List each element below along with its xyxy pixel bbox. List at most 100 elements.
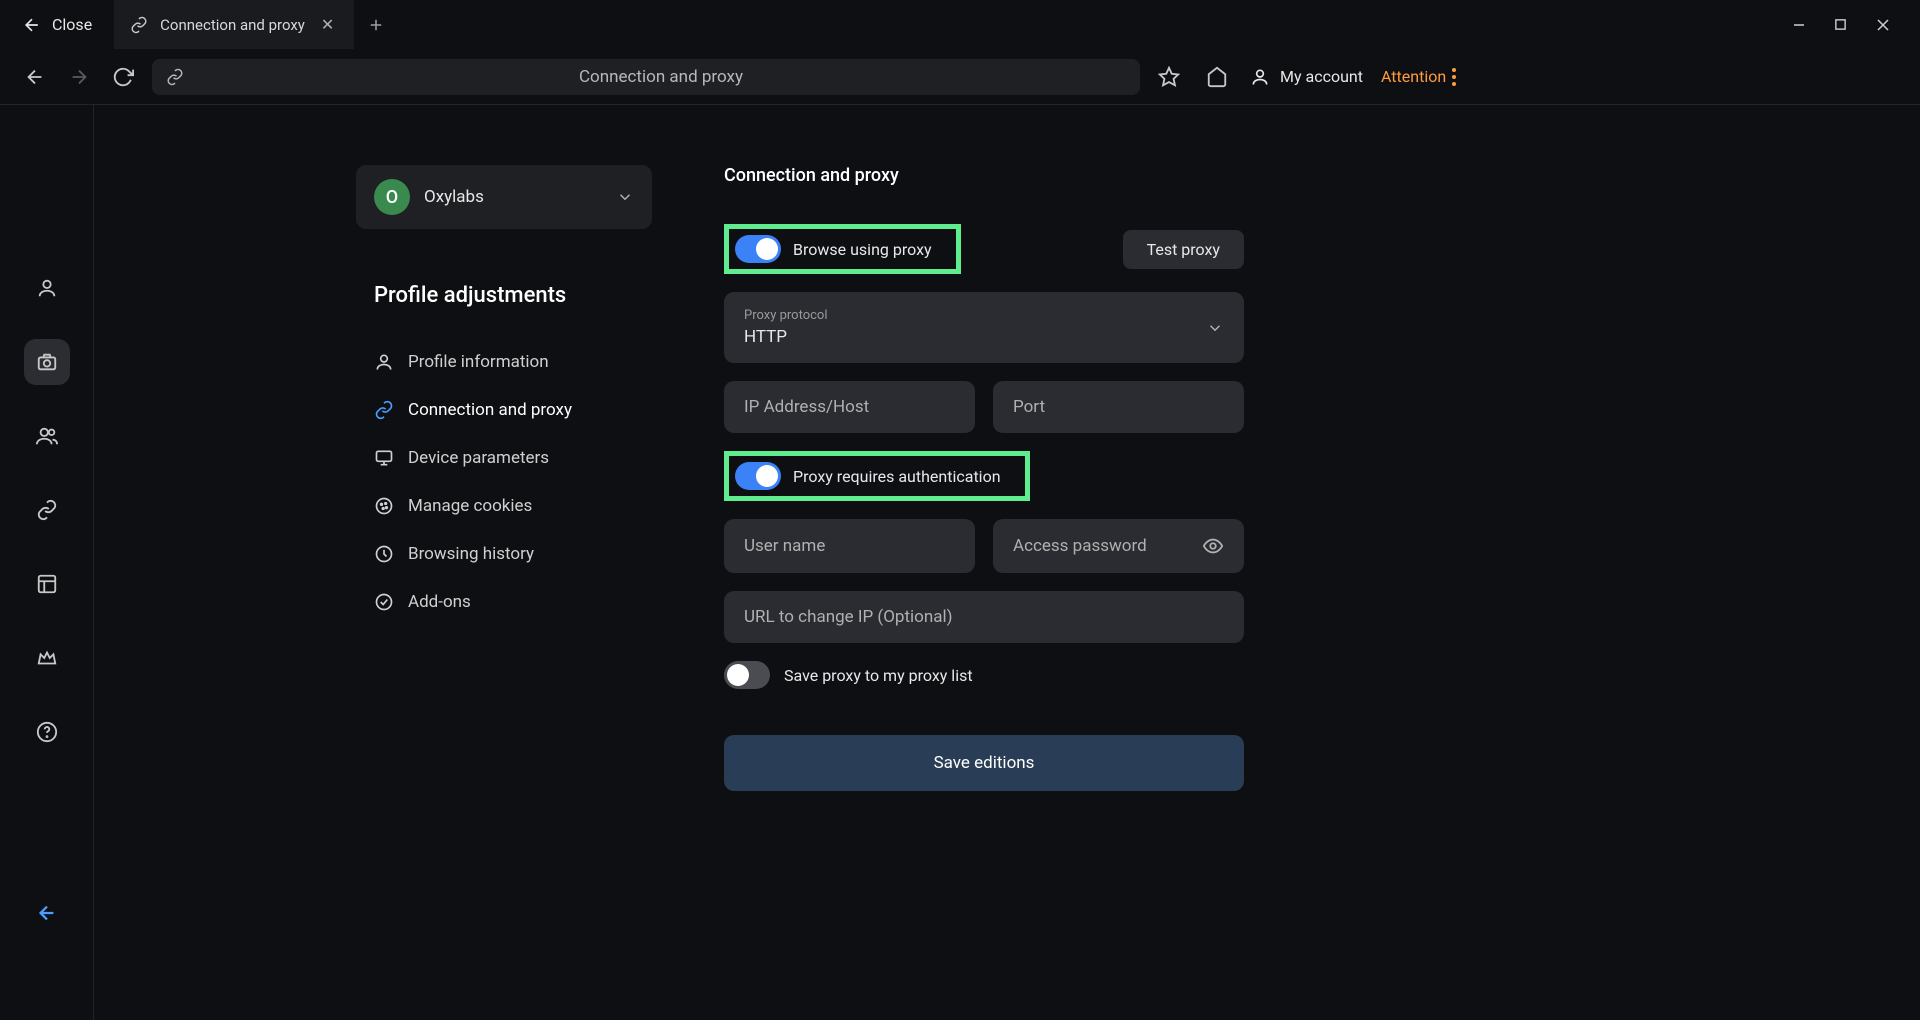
placeholder: User name — [744, 536, 825, 556]
users-icon — [36, 425, 58, 447]
menu-connection-proxy[interactable]: Connection and proxy — [356, 388, 652, 432]
sidebar-help[interactable] — [24, 709, 70, 755]
toggle-label: Save proxy to my proxy list — [784, 666, 973, 685]
field-label: Proxy protocol — [744, 308, 1196, 323]
tab-label: Connection and proxy — [160, 16, 305, 34]
link-icon — [130, 16, 148, 34]
arrow-left-icon — [22, 15, 42, 35]
placeholder: Port — [1013, 397, 1045, 417]
menu-label: Add-ons — [408, 592, 471, 612]
app-sidebar — [0, 105, 94, 1020]
profile-name: Oxylabs — [424, 187, 602, 207]
maximize-button[interactable] — [1834, 18, 1856, 31]
help-icon — [36, 721, 58, 743]
user-icon — [36, 277, 58, 299]
menu-cookies[interactable]: Manage cookies — [356, 484, 652, 528]
menu-label: Browsing history — [408, 544, 534, 564]
toolbar: Connection and proxy My account Attentio… — [0, 49, 1920, 105]
sidebar-camera[interactable] — [24, 339, 70, 385]
sidebar-layout[interactable] — [24, 561, 70, 607]
placeholder: IP Address/Host — [744, 397, 869, 417]
title-bar: Close Connection and proxy ✕ — [0, 0, 1920, 49]
layout-icon — [36, 573, 58, 595]
field-value: HTTP — [744, 327, 1196, 347]
eye-icon — [1202, 535, 1224, 557]
star-icon — [1158, 66, 1180, 88]
home-icon — [1206, 66, 1228, 88]
home-button[interactable] — [1202, 62, 1232, 92]
crown-icon — [36, 647, 58, 669]
attention-button[interactable]: Attention — [1381, 67, 1456, 86]
sidebar-links[interactable] — [24, 487, 70, 533]
window-controls — [1770, 18, 1920, 32]
link-icon — [374, 400, 394, 420]
menu-label: Manage cookies — [408, 496, 532, 516]
back-button[interactable] — [20, 62, 50, 92]
sidebar-team[interactable] — [24, 413, 70, 459]
browser-tab[interactable]: Connection and proxy ✕ — [114, 0, 354, 49]
reload-button[interactable] — [108, 62, 138, 92]
address-bar[interactable]: Connection and proxy — [152, 59, 1140, 95]
username-input[interactable]: User name — [724, 519, 975, 573]
port-input[interactable]: Port — [993, 381, 1244, 433]
forward-button[interactable] — [64, 62, 94, 92]
chevron-down-icon — [616, 188, 634, 206]
plus-icon — [367, 16, 385, 34]
close-label: Close — [52, 15, 92, 34]
arrow-right-icon — [68, 66, 90, 88]
tab-close-button[interactable]: ✕ — [317, 11, 338, 38]
history-icon — [374, 544, 394, 564]
account-button[interactable]: My account — [1250, 67, 1363, 87]
proxy-auth-highlight: Proxy requires authentication — [724, 451, 1030, 501]
browse-using-proxy-highlight: Browse using proxy — [724, 224, 961, 274]
chevron-down-icon — [1206, 319, 1224, 337]
cookie-icon — [374, 496, 394, 516]
toggle-label: Browse using proxy — [793, 240, 932, 259]
proxy-auth-toggle[interactable] — [735, 462, 781, 490]
menu-label: Profile information — [408, 352, 549, 372]
menu-profile-info[interactable]: Profile information — [356, 340, 652, 384]
minimize-button[interactable] — [1792, 18, 1814, 32]
menu-history[interactable]: Browsing history — [356, 532, 652, 576]
menu-label: Connection and proxy — [408, 400, 572, 420]
menu-label: Device parameters — [408, 448, 549, 468]
sidebar-premium[interactable] — [24, 635, 70, 681]
section-title: Profile adjustments — [374, 283, 652, 308]
profile-selector[interactable]: O Oxylabs — [356, 165, 652, 229]
sidebar-collapse-button[interactable] — [30, 896, 64, 930]
settings-menu: Profile information Connection and proxy… — [356, 340, 652, 624]
show-password-button[interactable] — [1202, 535, 1224, 557]
link-icon — [166, 68, 184, 86]
close-button[interactable]: Close — [0, 0, 114, 49]
test-proxy-button[interactable]: Test proxy — [1123, 230, 1244, 269]
arrow-left-icon — [36, 902, 58, 924]
save-to-list-toggle[interactable] — [724, 661, 770, 689]
window-close-button[interactable] — [1876, 18, 1898, 32]
avatar: O — [374, 179, 410, 215]
panel-title: Connection and proxy — [724, 165, 1244, 186]
proxy-protocol-select[interactable]: Proxy protocol HTTP — [724, 292, 1244, 363]
ip-address-input[interactable]: IP Address/Host — [724, 381, 975, 433]
user-icon — [374, 352, 394, 372]
address-text: Connection and proxy — [196, 67, 1126, 87]
placeholder: URL to change IP (Optional) — [744, 607, 953, 627]
arrow-left-icon — [24, 66, 46, 88]
sidebar-profile[interactable] — [24, 265, 70, 311]
url-change-ip-input[interactable]: URL to change IP (Optional) — [724, 591, 1244, 643]
menu-addons[interactable]: Add-ons — [356, 580, 652, 624]
password-input[interactable]: Access password — [993, 519, 1244, 573]
more-icon — [1452, 68, 1456, 86]
user-icon — [1250, 67, 1270, 87]
favorite-button[interactable] — [1154, 62, 1184, 92]
browse-using-proxy-toggle[interactable] — [735, 235, 781, 263]
save-editions-button[interactable]: Save editions — [724, 735, 1244, 791]
camera-icon — [36, 351, 58, 373]
menu-device-params[interactable]: Device parameters — [356, 436, 652, 480]
account-label: My account — [1280, 67, 1363, 86]
toggle-label: Proxy requires authentication — [793, 467, 1001, 486]
new-tab-button[interactable] — [354, 0, 398, 49]
monitor-icon — [374, 448, 394, 468]
reload-icon — [112, 66, 134, 88]
link-icon — [36, 499, 58, 521]
placeholder: Access password — [1013, 536, 1147, 556]
